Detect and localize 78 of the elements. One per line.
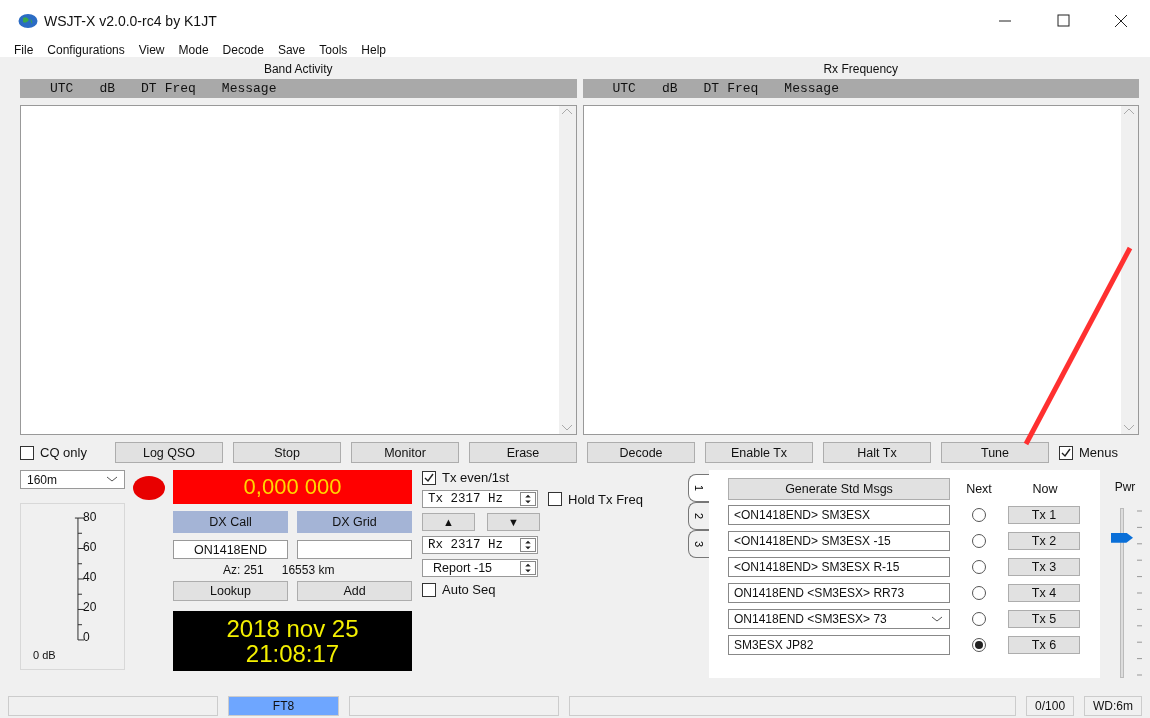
checkbox[interactable]: Auto Seq — [422, 582, 672, 597]
column-header: Message — [221, 81, 277, 96]
window-title: WSJT-X v2.0.0-rc4 by K1JT — [44, 13, 217, 29]
menu-item[interactable]: File — [14, 42, 34, 57]
panel-title: Band Activity — [262, 61, 334, 78]
message-field[interactable]: <ON1418END> SM3ESX — [728, 505, 950, 525]
panel-title: Rx Frequency — [822, 61, 900, 78]
tx-button[interactable]: Tx 2 — [1008, 532, 1080, 550]
tx-button[interactable]: Tx 4 — [1008, 584, 1080, 602]
action-button[interactable]: Log QSO — [115, 442, 223, 463]
menu-item[interactable]: Tools — [319, 42, 348, 57]
message-field[interactable]: ON1418END <SM3ESX> RR73 — [728, 583, 950, 603]
menu-item[interactable]: Mode — [178, 42, 209, 57]
azimuth-text: Az: 251 — [223, 563, 264, 577]
column-header: UTC — [50, 81, 74, 96]
column-header: DT — [703, 81, 720, 96]
band-dropdown[interactable]: 160m — [20, 470, 125, 489]
tab[interactable]: 2 — [688, 502, 709, 530]
input-field[interactable]: ON1418END — [173, 540, 288, 559]
add-button[interactable]: Add — [297, 581, 412, 601]
meter-tick-label: 0 — [83, 630, 91, 644]
spin-box[interactable]: Tx 2317 Hz — [422, 490, 538, 508]
tab[interactable]: 3 — [688, 530, 709, 558]
field-label: DX Call — [173, 511, 288, 533]
time-text: 21:08:17 — [245, 641, 340, 666]
meter-unit: 0 dB — [33, 649, 56, 661]
menu-item[interactable]: Save — [277, 42, 306, 57]
column-header: dB — [661, 81, 678, 96]
watchdog-text: WD:6m — [1084, 696, 1142, 716]
column-header: DT — [141, 81, 157, 96]
menu-item[interactable]: Configurations — [47, 42, 125, 57]
spin-box[interactable]: Rx 2317 Hz — [422, 536, 538, 554]
action-button[interactable]: Monitor — [351, 442, 459, 463]
checkbox[interactable]: Hold Tx Freq — [548, 491, 643, 507]
menu-item[interactable]: Help — [361, 42, 386, 57]
action-button[interactable]: Erase — [469, 442, 577, 463]
power-label: Pwr — [1114, 480, 1136, 494]
tab[interactable]: 1 — [688, 474, 709, 502]
meter-tick-label: 60 — [83, 540, 97, 556]
column-header: Next — [965, 482, 993, 496]
column-header: Now — [1031, 482, 1059, 496]
message-field[interactable]: <ON1418END> SM3ESX R-15 — [728, 557, 950, 577]
tx-button[interactable]: Tx 5 — [1008, 610, 1080, 628]
up-button[interactable]: ▲ — [422, 513, 475, 531]
tx-button[interactable]: Tx 3 — [1008, 558, 1080, 576]
column-header: Message — [784, 81, 839, 96]
column-header: UTC — [612, 81, 636, 96]
checkbox[interactable]: CQ only — [20, 445, 105, 460]
column-header: Freq — [727, 81, 759, 96]
action-button[interactable]: Stop — [233, 442, 341, 463]
down-button[interactable]: ▼ — [487, 513, 540, 531]
lookup-button[interactable]: Lookup — [173, 581, 288, 601]
frequency-display: 0,000 000 — [173, 470, 412, 504]
meter-tick-label: 20 — [83, 600, 97, 616]
date-text: 2018 nov 25 — [226, 616, 359, 641]
menu-item[interactable]: View — [138, 42, 165, 57]
count-text: 0/100 — [1026, 696, 1075, 716]
field-label: DX Grid — [297, 511, 412, 533]
action-button[interactable]: Halt Tx — [823, 442, 931, 463]
meter-tick-label: 40 — [83, 570, 97, 586]
column-header: Freq — [164, 81, 196, 96]
action-button[interactable]: Tune — [941, 442, 1049, 463]
message-field[interactable]: SM3ESX JP82 — [728, 635, 950, 655]
checkbox[interactable]: Tx even/1st — [422, 470, 672, 485]
tx-button[interactable]: Tx 1 — [1008, 506, 1080, 524]
mode-indicator: FT8 — [227, 696, 340, 716]
checkbox[interactable]: Menus — [1059, 445, 1119, 460]
tx-button[interactable]: Tx 6 — [1008, 636, 1080, 654]
generate-button[interactable]: Generate Std Msgs — [728, 478, 950, 500]
column-header: dB — [99, 81, 115, 96]
action-button[interactable]: Enable Tx — [705, 442, 813, 463]
menu-item[interactable]: Decode — [222, 42, 264, 57]
spin-box[interactable]: Report -15 — [422, 559, 538, 577]
action-button[interactable]: Decode — [587, 442, 695, 463]
meter-tick-label: 80 — [83, 510, 97, 526]
distance-text: 16553 km — [281, 563, 335, 577]
message-field[interactable]: <ON1418END> SM3ESX -15 — [728, 531, 950, 551]
message-dropdown[interactable]: ON1418END <SM3ESX> 73 — [728, 609, 950, 629]
